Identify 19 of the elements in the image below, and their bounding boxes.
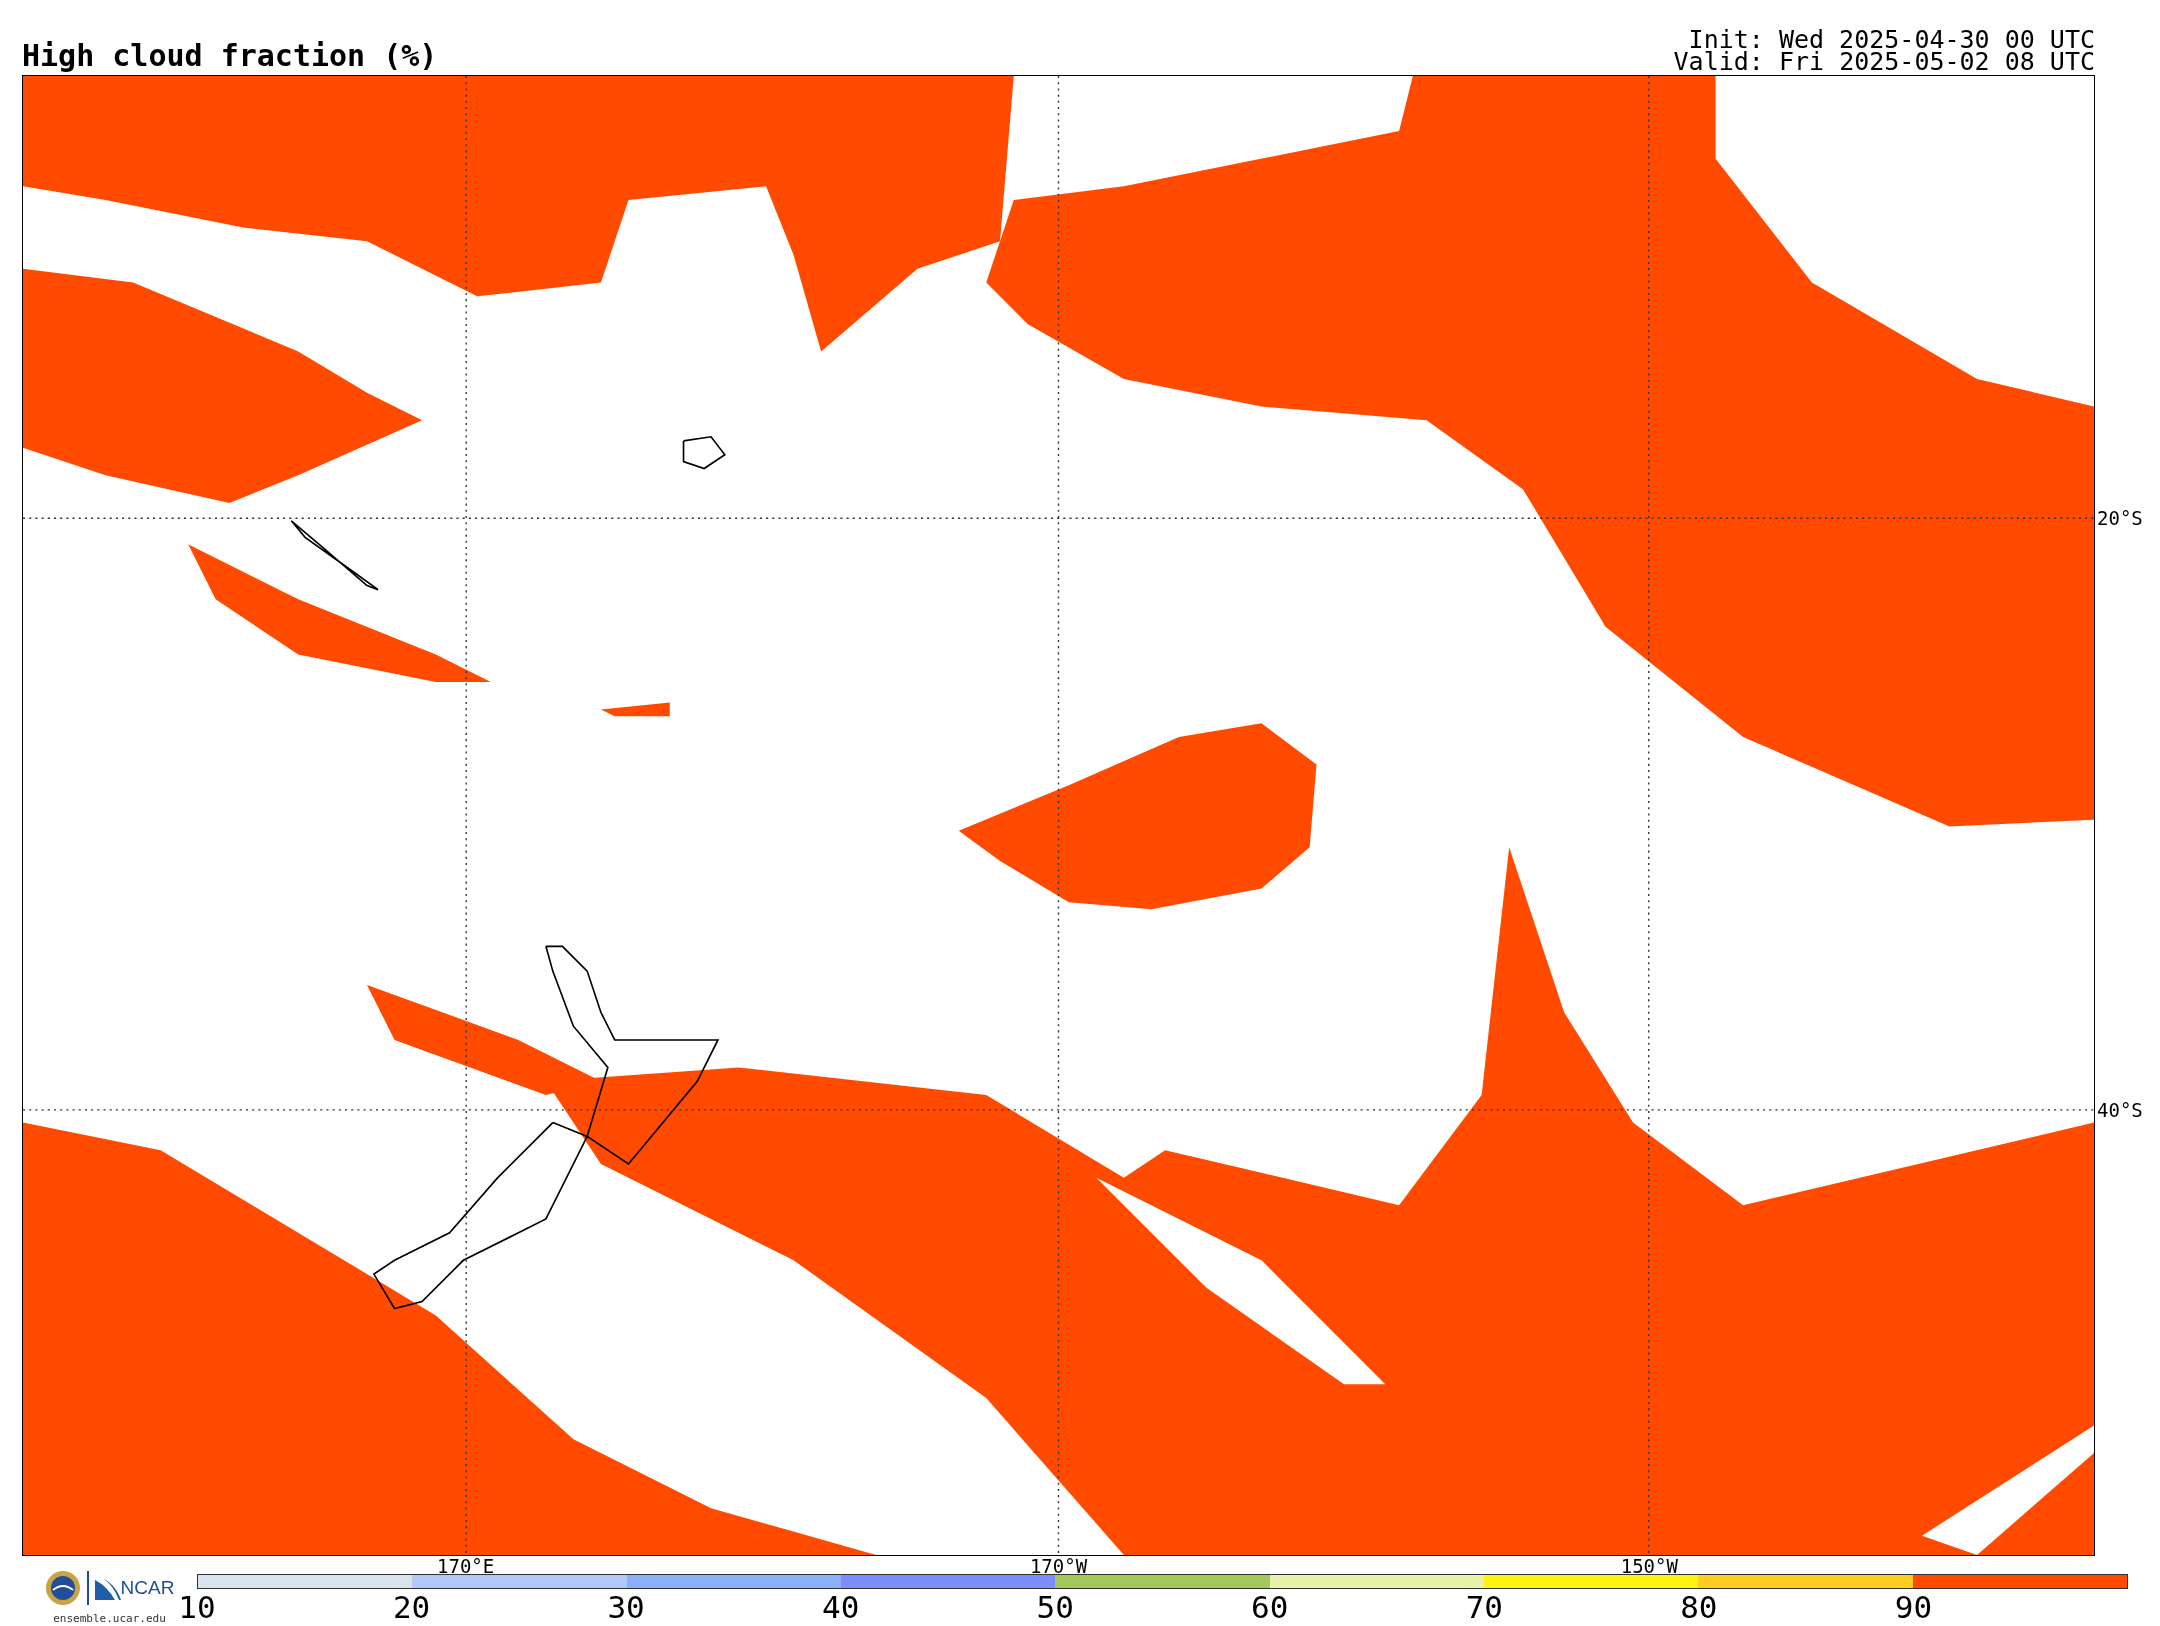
colorbar-tick-label: 80: [1680, 1588, 1718, 1626]
longitude-label: 170°E: [437, 1556, 495, 1576]
colorbar-tick-label: 50: [1036, 1588, 1074, 1626]
colorbar-tick-label: 30: [607, 1588, 645, 1626]
chart-title: High cloud fraction (%): [22, 40, 438, 71]
init-time: Init: Wed 2025-04-30 00 UTC: [1688, 28, 2095, 51]
longitude-label: 150°W: [1620, 1556, 1678, 1576]
colorbar-tick-label: 20: [392, 1588, 431, 1626]
colorbar-tick-label: 60: [1251, 1588, 1289, 1626]
longitude-label: 170°W: [1029, 1556, 1088, 1576]
colorbar-tick-label: 70: [1465, 1588, 1503, 1626]
latitude-label: 40°S: [2097, 1099, 2143, 1122]
logo-text: NCAR: [120, 1576, 175, 1599]
latitude-label: 20°S: [2097, 506, 2143, 529]
colorbar-tick-label: 10: [178, 1588, 216, 1626]
colorbar-tick-label: 90: [1894, 1588, 1933, 1626]
site-url: ensemble.ucar.edu: [53, 1611, 166, 1625]
colorbar-tick-label: 40: [822, 1588, 860, 1626]
valid-time: Valid: Fri 2025-05-02 08 UTC: [1673, 50, 2095, 73]
